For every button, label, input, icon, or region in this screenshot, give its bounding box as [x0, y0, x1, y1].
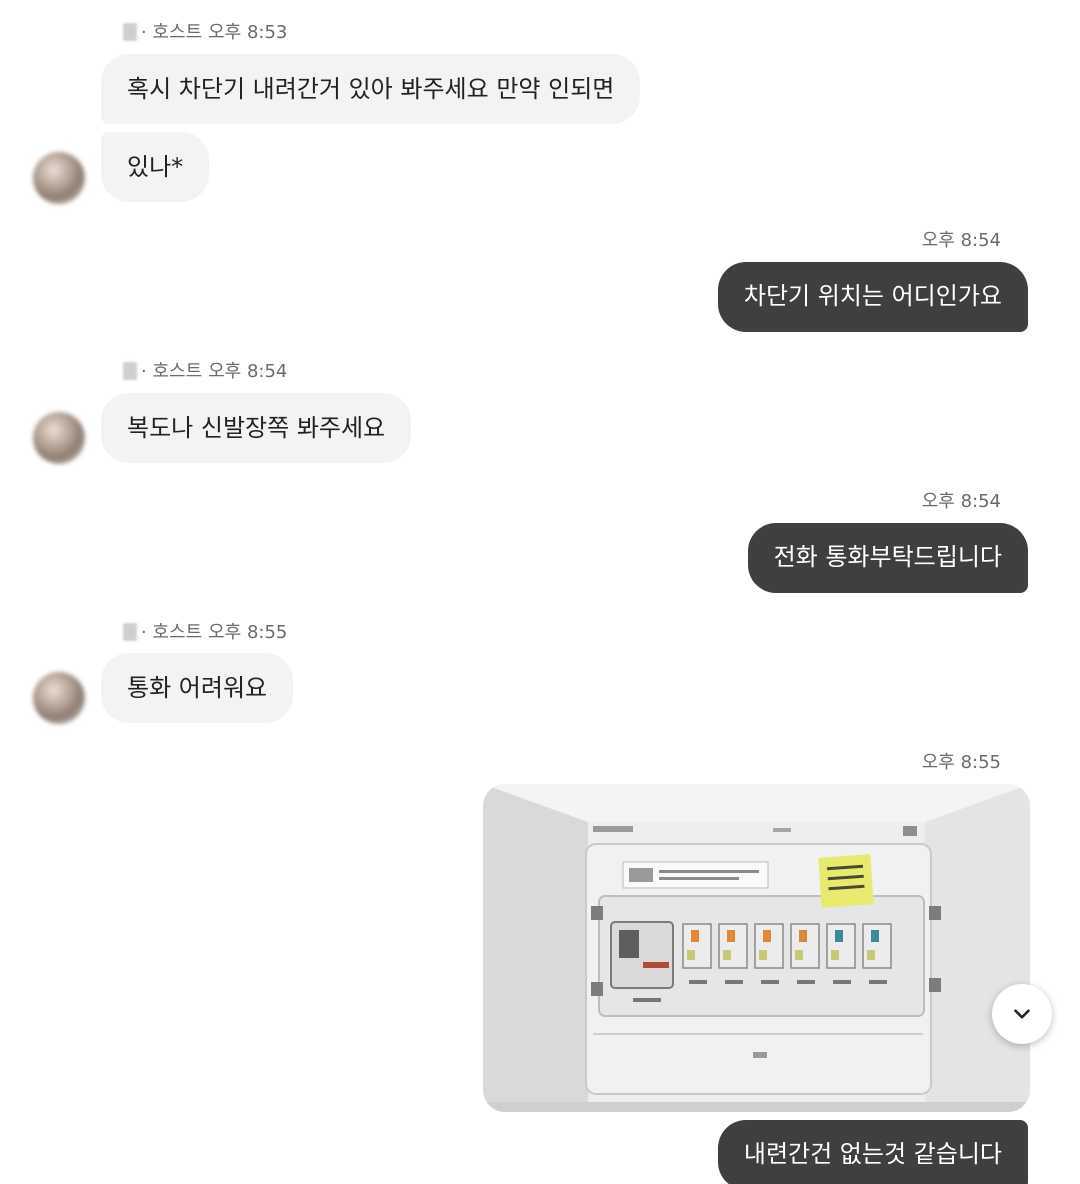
- sender-role: · 호스트: [141, 622, 203, 643]
- message-meta: · 호스트 오후 8:55: [123, 621, 287, 645]
- message-time: 오후 8:54: [921, 491, 1001, 512]
- sender-role: · 호스트: [141, 361, 203, 382]
- message-meta: · 호스트 오후 8:53: [123, 21, 287, 45]
- incoming-message-bubble[interactable]: 복도나 신발장쪽 봐주세요: [101, 393, 412, 463]
- outgoing-message-bubble[interactable]: 전화 통화부탁드립니다: [747, 523, 1028, 593]
- host-avatar[interactable]: [33, 672, 85, 724]
- message-text: 전화 통화부탁드립니다: [773, 543, 1002, 571]
- message-time: 오후 8:55: [208, 622, 288, 643]
- message-text: 내련간건 없는것 같습니다: [743, 1140, 1002, 1168]
- host-name-blurred: [123, 23, 137, 41]
- incoming-message-bubble[interactable]: 혹시 차단기 내려간거 있아 봐주세요 만약 인되면: [101, 54, 641, 124]
- sender-role: · 호스트: [141, 22, 203, 43]
- breaker-panel-image: [483, 784, 1030, 1112]
- message-text: 복도나 신발장쪽 봐주세요: [127, 414, 386, 442]
- message-time: 오후 8:53: [208, 22, 288, 43]
- message-text: 있나*: [127, 153, 184, 181]
- host-name-blurred: [123, 362, 137, 380]
- message-text: 차단기 위치는 어디인가요: [743, 282, 1002, 310]
- chevron-down-icon: [1014, 1009, 1030, 1019]
- message-meta: · 호스트 오후 8:54: [123, 360, 287, 384]
- host-avatar[interactable]: [33, 412, 85, 464]
- incoming-message-bubble[interactable]: 있나*: [101, 132, 210, 202]
- message-time: 오후 8:54: [921, 230, 1001, 251]
- host-avatar[interactable]: [33, 152, 85, 204]
- message-time: 오후 8:55: [921, 752, 1001, 773]
- message-text: 통화 어려워요: [127, 674, 268, 702]
- chat-thread: · 호스트 오후 8:53 혹시 차단기 내려간거 있아 봐주세요 만약 인되면 …: [0, 0, 1080, 1184]
- outgoing-message-bubble[interactable]: 내련간건 없는것 같습니다: [717, 1120, 1028, 1184]
- scroll-to-bottom-button[interactable]: [992, 984, 1052, 1044]
- incoming-message-bubble[interactable]: 통화 어려워요: [101, 653, 294, 723]
- message-text: 혹시 차단기 내려간거 있아 봐주세요 만약 인되면: [127, 75, 615, 103]
- message-time: 오후 8:54: [208, 361, 288, 382]
- host-name-blurred: [123, 623, 137, 641]
- breaker-panel-photo[interactable]: [483, 784, 1030, 1112]
- outgoing-message-bubble[interactable]: 차단기 위치는 어디인가요: [717, 262, 1028, 332]
